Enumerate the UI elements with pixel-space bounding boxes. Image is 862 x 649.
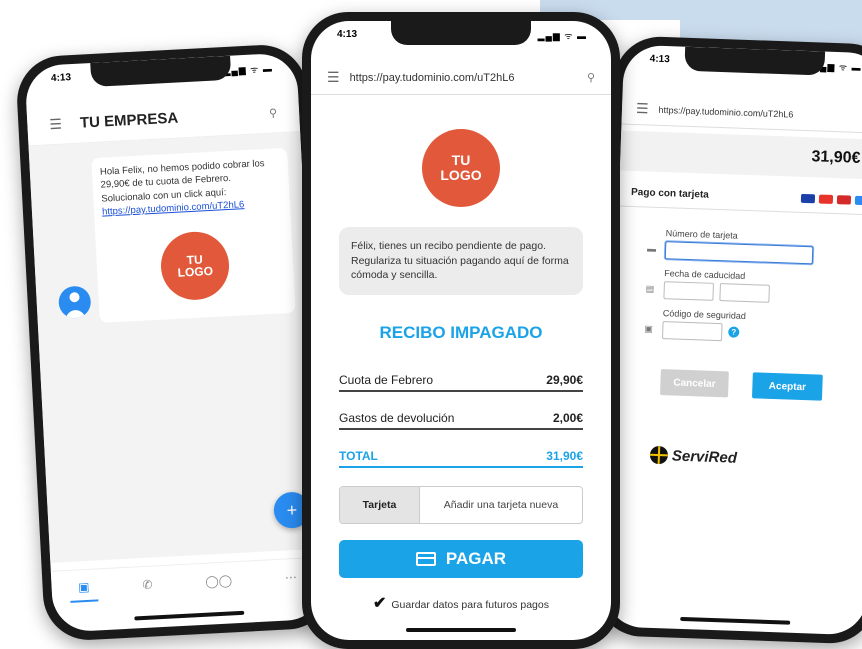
- pay-button[interactable]: PAGAR: [339, 540, 583, 578]
- menu-icon[interactable]: ☰: [327, 69, 340, 86]
- calendar-icon: ▤: [645, 283, 655, 294]
- security-code-label: Código de seguridad: [662, 308, 747, 322]
- status-icons: ▂▄▆ ᯤ ▬: [537, 31, 587, 41]
- credit-card-icon: [415, 552, 436, 566]
- cancel-button[interactable]: Cancelar: [660, 369, 729, 398]
- servired-logo-icon: [649, 445, 669, 465]
- avatar: [57, 285, 92, 320]
- search-icon[interactable]: ⚲: [587, 71, 595, 84]
- card-selector: Tarjeta Añadir una tarjeta nueva: [339, 486, 583, 524]
- save-data-row[interactable]: ✔ Guardar datos para futuros pagos: [311, 593, 611, 613]
- home-indicator: [406, 628, 516, 632]
- card-number-label: Número de tarjeta: [665, 228, 738, 241]
- url-bar[interactable]: ☰ https://pay.tudominio.com/uT2hL6 ⚲: [311, 61, 611, 95]
- company-logo: TU LOGO: [159, 230, 231, 302]
- expiry-label: Fecha de caducidad: [664, 268, 746, 281]
- card-tab[interactable]: Tarjeta: [340, 487, 420, 523]
- phone-notch: [90, 55, 232, 88]
- line-item-amount: 2,00€: [552, 411, 583, 425]
- line-item: Gastos de devolución 2,00€: [339, 411, 583, 430]
- status-time: 4:13: [649, 53, 670, 66]
- phone-screen: 4:13 ▂▄▆ ᯤ ▬ ☰ TU EMPRESA ⚲ Hola Felix, …: [24, 52, 326, 633]
- company-logo: TU LOGO: [422, 129, 500, 207]
- phone-screen: 4:13 ▂▄▆ ᯤ ▬ ☰ https://pay.tudominio.com…: [603, 44, 862, 636]
- phone-card-payment: 4:13 ▂▄▆ ᯤ ▬ ☰ https://pay.tudominio.com…: [594, 35, 862, 645]
- line-item-label: Cuota de Febrero: [339, 373, 434, 387]
- phone-sms: 4:13 ▂▄▆ ᯤ ▬ ☰ TU EMPRESA ⚲ Hola Felix, …: [14, 42, 336, 643]
- avatar-head: [69, 291, 80, 303]
- pending-message: Félix, tienes un recibo pendiente de pag…: [339, 227, 583, 296]
- help-icon[interactable]: ?: [728, 326, 740, 338]
- card-number-input[interactable]: [664, 241, 814, 265]
- visa-icon: [800, 193, 816, 204]
- servired-text: ServiRed: [671, 447, 738, 467]
- phone-screen: 4:13 ▂▄▆ ᯤ ▬ ☰ https://pay.tudominio.com…: [311, 21, 611, 640]
- total-row: TOTAL 31,90€: [339, 449, 583, 468]
- header-title: TU EMPRESA: [79, 109, 179, 132]
- expiry-year-input[interactable]: [719, 283, 770, 303]
- status-time: 4:13: [50, 72, 72, 85]
- status-time: 4:13: [337, 29, 358, 40]
- bottom-nav: ▣ ✆ ◯◯ ⋯: [50, 556, 325, 607]
- receipt-title: RECIBO IMPAGADO: [379, 323, 543, 342]
- mastercard-icon: [818, 194, 834, 204]
- sms-bubble: Hola Felix, no hemos podido cobrar los 2…: [91, 147, 296, 324]
- payment-title: Pago con tarjeta: [630, 186, 710, 201]
- search-icon[interactable]: ⚲: [269, 106, 278, 119]
- checkmark-icon[interactable]: ✔: [373, 595, 386, 612]
- expiry-month-input[interactable]: [663, 281, 714, 301]
- total-amount: 31,90€: [619, 130, 862, 180]
- phone-notch: [684, 46, 826, 76]
- phone-receipt: 4:13 ▂▄▆ ᯤ ▬ ☰ https://pay.tudominio.com…: [302, 12, 620, 649]
- total-amount: 31,90€: [546, 449, 583, 463]
- amex-icon: [854, 195, 862, 206]
- menu-icon[interactable]: ☰: [636, 100, 649, 117]
- home-indicator: [680, 616, 791, 625]
- line-item: Cuota de Febrero 29,90€: [339, 373, 583, 392]
- phone-notch: [391, 21, 531, 45]
- avatar-torso: [65, 309, 86, 320]
- line-item-label: Gastos de devolución: [339, 411, 455, 425]
- add-card-option[interactable]: Añadir una tarjeta nueva: [420, 487, 582, 523]
- line-item-amount: 29,90€: [546, 373, 583, 387]
- card-icon: ▬: [646, 243, 657, 254]
- maestro-icon: [836, 195, 852, 205]
- pay-button-label: PAGAR: [445, 549, 507, 568]
- messages-icon[interactable]: ▣: [69, 572, 99, 603]
- url-text[interactable]: https://pay.tudominio.com/uT2hL6: [658, 104, 862, 121]
- menu-icon[interactable]: ☰: [49, 116, 62, 134]
- phone-icon[interactable]: ✆: [134, 571, 161, 598]
- url-bar[interactable]: ☰ https://pay.tudominio.com/uT2hL6 ⚲: [621, 92, 862, 134]
- status-icons: ▂▄▆ ᯤ ▬: [223, 63, 274, 77]
- servired-brand: ServiRed: [649, 445, 738, 467]
- home-indicator: [134, 610, 245, 621]
- security-code-input[interactable]: [661, 321, 723, 342]
- voicemail-icon[interactable]: ◯◯: [197, 566, 241, 594]
- accept-button[interactable]: Aceptar: [751, 372, 823, 401]
- save-data-label: Guardar datos para futuros pagos: [391, 599, 549, 611]
- lock-icon: ▣: [644, 323, 654, 334]
- total-label: TOTAL: [339, 449, 378, 463]
- payment-method-row: Pago con tarjeta: [618, 178, 862, 216]
- url-text[interactable]: https://pay.tudominio.com/uT2hL6: [350, 72, 587, 84]
